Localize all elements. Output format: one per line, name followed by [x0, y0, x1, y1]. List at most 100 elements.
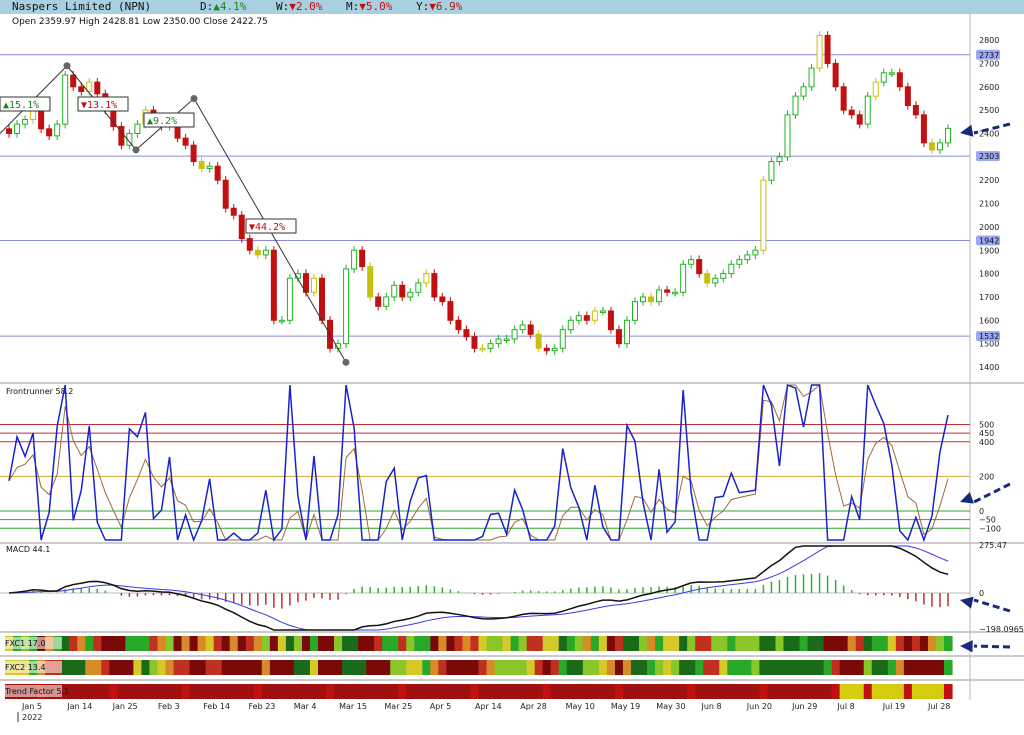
candle-body	[688, 259, 695, 265]
swing-zigzag	[0, 65, 347, 363]
fxc2-cell	[438, 660, 447, 675]
trend-cell	[149, 684, 159, 699]
fxc1-cell	[903, 636, 913, 651]
trend-cell	[173, 684, 183, 699]
fxc2-cell	[253, 660, 263, 675]
fxc2-cell	[301, 660, 311, 675]
fxc2-cell	[911, 660, 921, 675]
fxc1-cell	[470, 636, 480, 651]
candle-body	[423, 273, 430, 284]
trend-cell	[735, 684, 744, 699]
fxc1-cell	[703, 636, 712, 651]
candle-body	[479, 347, 486, 351]
trend-cell	[390, 684, 399, 699]
fxc1-cell	[173, 636, 183, 651]
annotation-arrow	[973, 482, 1011, 504]
fxc1-cell	[719, 636, 728, 651]
fxc2-cell	[815, 660, 825, 675]
trend-cell	[293, 684, 303, 699]
fxc1-cell	[815, 636, 825, 651]
candle-body	[471, 336, 478, 349]
swing-point	[190, 94, 198, 102]
fxc2-cell	[293, 660, 303, 675]
fxc1-cell	[309, 636, 319, 651]
fxc1-cell	[253, 636, 263, 651]
fxc2-cell	[622, 660, 632, 675]
trend-cell	[510, 684, 520, 699]
fxc1-cell	[326, 636, 335, 651]
candle-body	[46, 128, 53, 137]
fxc1-cell	[695, 636, 704, 651]
trend-cell	[895, 684, 905, 699]
fxc2-cell	[743, 660, 752, 675]
trend-cell	[269, 684, 279, 699]
fxc1-cell	[823, 636, 833, 651]
fxc1-cell	[767, 636, 777, 651]
fxc1-cell	[157, 636, 167, 651]
fxc2-cell	[414, 660, 423, 675]
fxc1-cell	[502, 636, 512, 651]
fxc1-cell	[831, 636, 841, 651]
fxc2-cell	[285, 660, 295, 675]
fxc2-cell	[309, 660, 319, 675]
fxc2-cell	[663, 660, 672, 675]
swing-label: ▲15.1%	[3, 100, 39, 111]
trend-cell	[470, 684, 480, 699]
trend-cell	[791, 684, 801, 699]
trend-cell	[374, 684, 383, 699]
candle-body	[880, 72, 887, 83]
candle-body	[599, 310, 606, 313]
fxc1-cell	[622, 636, 632, 651]
trend-cell	[438, 684, 447, 699]
fxc2-cell	[767, 660, 777, 675]
fxc2-cell	[639, 660, 648, 675]
fxc2-cell	[350, 660, 359, 675]
fxc2-cell	[863, 660, 873, 675]
fxc2-cell	[574, 660, 584, 675]
trend-cell	[622, 684, 632, 699]
trend-cell	[301, 684, 311, 699]
candle-body	[792, 95, 799, 116]
fxc1-cell	[374, 636, 383, 651]
swing-label: ▼44.2%	[249, 222, 285, 233]
candle-body	[615, 329, 622, 345]
fxc1-cell	[454, 636, 464, 651]
fxc1-cell	[791, 636, 801, 651]
fxc1-cell	[446, 636, 456, 651]
candle-body	[864, 95, 871, 125]
trend-cell	[743, 684, 752, 699]
trend-cell	[534, 684, 544, 699]
candle-body	[375, 296, 382, 307]
trend-cell	[630, 684, 640, 699]
trend-cell	[783, 684, 793, 699]
x-tick-label: May 19	[611, 702, 640, 711]
fxc1-cell	[598, 636, 608, 651]
swing-label: ▼13.1%	[81, 100, 117, 111]
candle-body	[431, 273, 438, 298]
price-tick-label: 1700	[979, 293, 999, 302]
price-tick-label: 1400	[979, 363, 999, 372]
fxc2-cell	[269, 660, 279, 675]
trend-cell	[213, 684, 223, 699]
trend-cell	[85, 684, 94, 699]
trend-cell	[101, 684, 110, 699]
candle-body	[286, 277, 293, 321]
trend-cell	[807, 684, 817, 699]
candle-body	[246, 238, 253, 251]
fxc2-cell	[502, 660, 512, 675]
annotation-arrowhead	[960, 492, 974, 504]
price-tick-label: 1600	[979, 316, 999, 325]
fxc1-cell	[382, 636, 391, 651]
fxc2-cell	[165, 660, 175, 675]
fxc2-cell	[831, 660, 841, 675]
fxc2-cell	[173, 660, 183, 675]
fxc1-cell	[550, 636, 560, 651]
trend-cell	[277, 684, 287, 699]
candle-body	[383, 296, 390, 307]
fxc1-cell	[101, 636, 110, 651]
fxc2-cell	[526, 660, 536, 675]
fxc1-cell	[775, 636, 785, 651]
trend-cell	[679, 684, 688, 699]
level-label: 1942	[979, 236, 999, 245]
fxc2-cell	[534, 660, 544, 675]
